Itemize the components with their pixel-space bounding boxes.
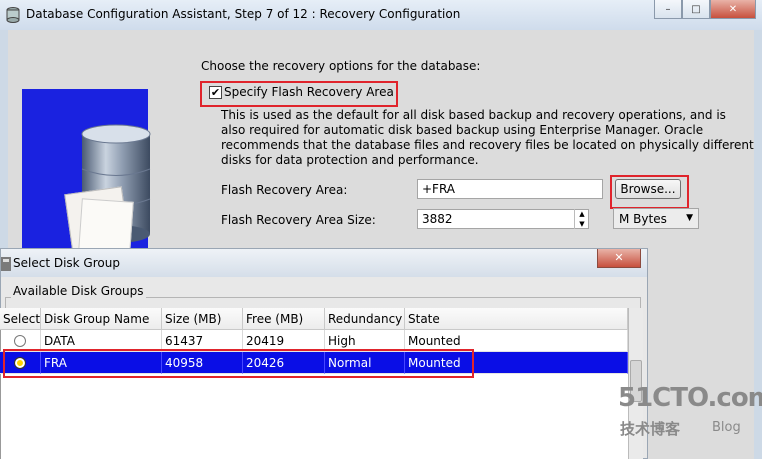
dialog-close-button[interactable]: ✕ [597,249,641,268]
app-icon [6,7,20,23]
watermark-blog: Blog [712,420,741,435]
column-header-size[interactable]: Size (MB) [162,308,243,330]
dialog-icon [1,257,11,271]
highlight-selected-row [3,349,474,378]
dialog-titlebar: Select Disk Group ✕ [1,249,647,277]
dialog-title: Select Disk Group [13,256,120,270]
flash-recovery-area-input[interactable]: +FRA [417,179,603,199]
flash-recovery-checkbox-label: Specify Flash Recovery Area [224,85,394,99]
document-graphic [78,198,134,254]
column-header-name[interactable]: Disk Group Name [41,308,162,330]
flash-recovery-area-label: Flash Recovery Area: [221,183,348,197]
spinner-icon[interactable]: ▲ ▼ [574,209,589,229]
size-unit-value: M Bytes [619,212,667,226]
flash-recovery-checkbox[interactable]: ✔ [209,86,222,99]
size-unit-select[interactable]: M Bytes ▼ [613,208,699,229]
dropdown-arrow-icon: ▼ [686,213,693,223]
description-line-2: also required for automatic disk based b… [221,123,704,137]
description-line-3: recommends that the database files and r… [221,138,754,152]
checkmark-icon: ✔ [210,86,221,99]
recovery-intro: Choose the recovery options for the data… [201,59,481,73]
flash-recovery-size-label: Flash Recovery Area Size: [221,213,376,227]
column-header-free[interactable]: Free (MB) [243,308,325,330]
flash-recovery-size-input[interactable]: 3882 [417,209,589,229]
close-button[interactable]: ✕ [710,0,756,19]
minimize-button[interactable]: – [654,0,682,19]
browse-button[interactable]: Browse... [615,179,681,199]
column-header-state[interactable]: State [405,308,628,330]
description-line-1: This is used as the default for all disk… [221,108,726,122]
radio-button[interactable] [14,335,26,347]
window-titlebar: Database Configuration Assistant, Step 7… [0,0,762,31]
description-line-4: disks for data protection and performanc… [221,153,479,167]
watermark-sub: 技术博客 [620,420,681,438]
disk-groups-label: Available Disk Groups [11,284,146,298]
maximize-button[interactable]: □ [682,0,710,19]
column-header-redundancy[interactable]: Redundancy [325,308,405,330]
column-header-select[interactable]: Select [0,308,41,330]
watermark-site: 51CTO.com [618,383,762,413]
window-title: Database Configuration Assistant, Step 7… [26,7,461,21]
